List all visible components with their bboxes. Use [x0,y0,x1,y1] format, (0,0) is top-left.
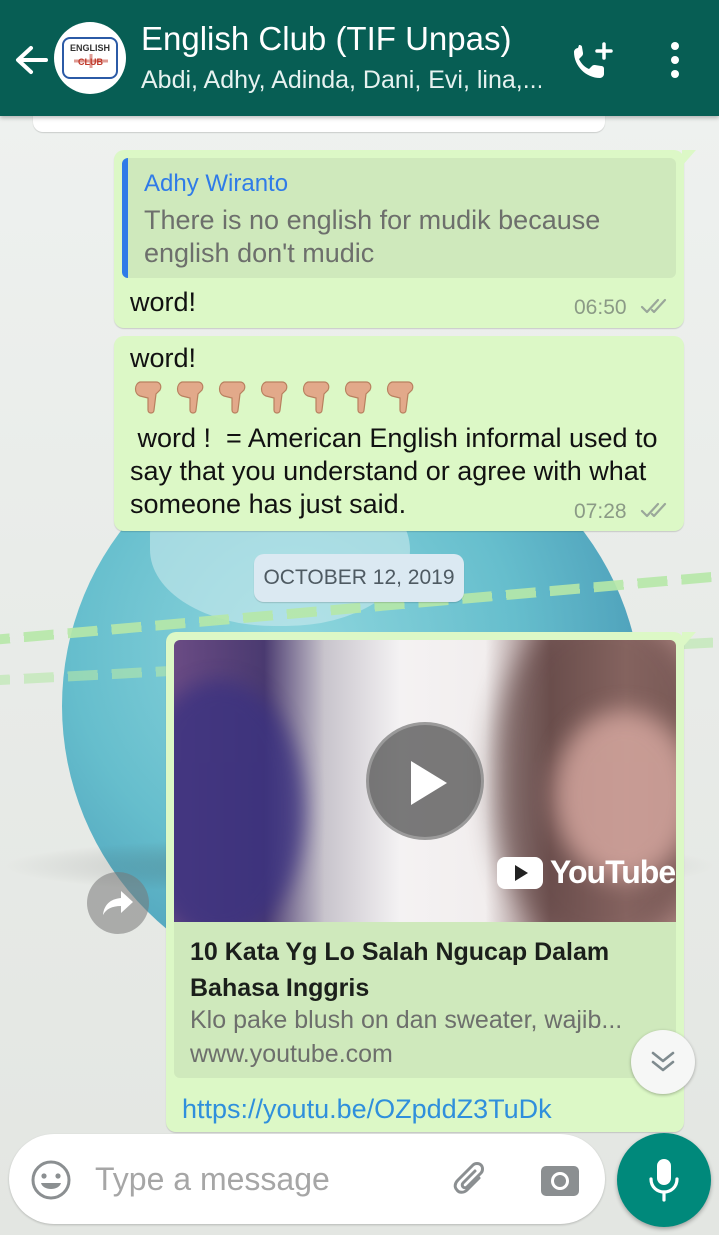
youtube-icon [497,856,543,889]
group-avatar[interactable]: ENGLISH CLUB [54,22,126,94]
message-text-line1: word! [130,343,197,373]
pointing-down-hand-icon [176,381,204,414]
chat-members[interactable]: Abdi, Adhy, Adinda, Dani, Evi, lina,... [141,66,541,95]
link-domain: www.youtube.com [190,1040,393,1068]
scroll-to-bottom-button[interactable] [631,1030,695,1094]
paperclip-icon[interactable] [449,1158,495,1204]
message-time: 07:28 [574,500,627,523]
voice-message-button[interactable] [617,1133,711,1227]
youtube-wordmark: YouTube [550,854,676,890]
pointing-down-hand-icon [386,381,414,414]
microphone-icon [649,1159,679,1202]
pointing-down-hand-icon [302,381,330,414]
outgoing-message[interactable]: word! word ! = American English informal… [114,336,684,531]
pointing-down-hand-icon [134,381,162,414]
link-description: Klo pake blush on dan sweater, wajib... [190,1006,623,1034]
outgoing-link-message[interactable]: YouTube 10 Kata Yg Lo Salah Ngucap Dalam… [166,632,696,1132]
forward-button[interactable] [87,872,149,934]
message-text: word! [130,287,197,317]
chat-title[interactable]: English Club (TIF Unpas) [141,20,511,58]
quoted-message[interactable]: Adhy Wiranto There is no english for mud… [122,158,676,278]
link-preview[interactable]: 10 Kata Yg Lo Salah Ngucap Dalam Bahasa … [174,922,676,1078]
pointing-down-hand-icon [260,381,288,414]
link-title: 10 Kata Yg Lo Salah Ngucap Dalam Bahasa … [190,938,610,1002]
read-ticks-icon [640,502,667,518]
message-time: 06:50 [574,296,627,319]
pointing-down-hand-icon [344,381,372,414]
message-input[interactable] [95,1156,425,1202]
play-button[interactable] [366,722,484,840]
emoji-icon[interactable] [29,1158,73,1202]
avatar-logo-text-top: ENGLISH [70,43,111,53]
more-vert-icon[interactable] [664,40,686,80]
double-chevron-down-icon [651,1051,675,1072]
emoji-row [130,378,418,418]
group-avatar-logo: ENGLISH CLUB [62,37,118,79]
play-icon [411,761,447,805]
read-ticks-icon [640,298,667,314]
forward-arrow-icon [103,891,133,915]
date-separator: OCTOBER 12, 2019 [254,554,464,602]
youtube-logo: YouTube [496,854,676,891]
avatar-logo-text-bottom: CLUB [78,57,103,67]
back-arrow-icon[interactable] [12,40,50,80]
pointing-down-hand-icon [218,381,246,414]
camera-icon[interactable] [539,1160,581,1200]
message-link[interactable]: https://youtu.be/OZpddZ3TuDk [182,1094,552,1125]
quote-bar [122,158,128,278]
message-composer [9,1134,605,1224]
outgoing-message[interactable]: Adhy Wiranto There is no english for mud… [114,150,696,328]
chat-header: ENGLISH CLUB English Club (TIF Unpas) Ab… [0,0,719,116]
add-call-icon[interactable] [570,40,616,82]
quote-text: There is no english for mudik because en… [144,205,601,268]
video-thumbnail[interactable]: YouTube [174,640,676,922]
quote-author: Adhy Wiranto [144,170,289,197]
